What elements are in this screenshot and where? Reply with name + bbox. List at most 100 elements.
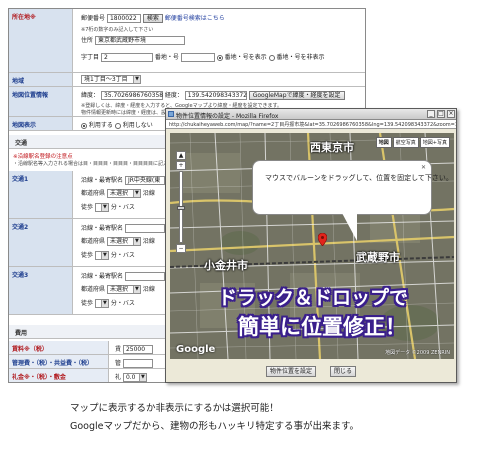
traffic-2-line-input[interactable] — [124, 224, 165, 233]
map-tab-hybrid[interactable]: 地図+写真 — [419, 137, 450, 148]
traffic-2-pref-value: 未選択 — [109, 238, 128, 245]
google-map[interactable]: 地図 航空写真 地図+写真 ▲ + − 西東京市 武蔵野市 小金井市 マウスでバルー… — [170, 133, 454, 359]
close-button[interactable]: 閉じる — [329, 366, 356, 377]
chome-input[interactable]: 2 — [100, 53, 153, 62]
traffic-3-pref-label: 都道府県 — [81, 286, 106, 293]
banchi-hide-radio[interactable] — [268, 54, 275, 61]
balloon-tail — [342, 213, 357, 241]
postal-search-button[interactable]: 検索 — [142, 14, 163, 23]
map-tab-satellite[interactable]: 航空写真 — [392, 137, 419, 148]
key-money-value: 0.0 — [125, 374, 136, 381]
chevron-down-icon: ▼ — [133, 76, 140, 83]
mgmt-input[interactable] — [122, 359, 153, 368]
rent-input[interactable]: 25000 — [122, 345, 153, 354]
banchi-input[interactable] — [180, 53, 215, 62]
traffic-3-walk-select[interactable]: ▼ — [94, 299, 109, 308]
traffic-warning: ※沿線駅名登録の注意点 — [13, 154, 73, 160]
traffic-3-pref-value: 未選択 — [109, 286, 128, 293]
lat-input[interactable]: 35.7026986760358 — [100, 91, 163, 100]
zoom-in-icon[interactable]: + — [176, 161, 186, 170]
chevron-down-icon: ▼ — [138, 374, 146, 381]
traffic-1-label: 交通1 — [9, 171, 73, 218]
zoom-control: ▲ + − — [176, 151, 188, 254]
traffic-1-pref-select[interactable]: 未選択 ▼ — [106, 189, 141, 198]
traffic-1-walk-select[interactable]: ▼ — [94, 203, 109, 212]
rent-label: 賃料※（税） — [9, 341, 109, 354]
mgmt-label: 管理費・（税）・共益費・（税） — [9, 355, 109, 368]
popup-titlebar[interactable]: 物件位置情報の設定 - Mozilla Firefox _ □ × — [166, 109, 456, 120]
map-nouse-radio[interactable] — [114, 122, 121, 129]
traffic-3-label: 交通3 — [9, 267, 73, 314]
rent-prefix: 賃 — [115, 346, 122, 353]
chevron-down-icon: ▼ — [132, 190, 140, 197]
map-popup-window: 物件位置情報の設定 - Mozilla Firefox _ □ × http:/… — [165, 108, 457, 383]
traffic-2-walk-select[interactable]: ▼ — [94, 251, 109, 260]
location-label: 所在地※ — [9, 9, 73, 72]
postal-label: 郵便番号 — [81, 15, 106, 22]
map-label-musashino: 武蔵野市 — [356, 251, 400, 264]
caption-line-2: Googleマップだから、建物の形もハッキリ特定する事が出来ます。 — [70, 421, 360, 432]
map-display-label: 地図表示 — [9, 117, 73, 130]
map-type-tabs: 地図 航空写真 地図+写真 — [375, 137, 450, 148]
key-money-select[interactable]: 0.0 ▼ — [122, 373, 147, 382]
traffic-2-line-label: 沿線・最寄駅名 — [81, 225, 124, 232]
set-location-button[interactable]: 物件位置を設定 — [266, 366, 317, 377]
postal-search-link[interactable]: 郵便番号検索はこちら — [165, 15, 225, 22]
map-copyright: 地図データ ©2009 ZENRIN — [385, 350, 450, 356]
balloon-close-icon[interactable]: ✕ — [421, 164, 426, 171]
chevron-down-icon: ▼ — [100, 204, 108, 211]
traffic-3-min-label: 分・バス — [110, 300, 135, 307]
popup-title: 物件位置情報の設定 - Mozilla Firefox — [176, 113, 279, 120]
zoom-out-icon[interactable]: − — [176, 244, 186, 253]
traffic-2-min-label: 分・バス — [110, 252, 135, 259]
set-latlng-button[interactable]: GoogleMapで緯度・経度を設定 — [248, 91, 345, 100]
traffic-1-line-label: 沿線・最寄駅名 — [81, 177, 124, 184]
traffic-3-line-label: 沿線・最寄駅名 — [81, 273, 124, 280]
traffic-3-line2-label: 沿線 — [142, 286, 155, 293]
map-tab-map[interactable]: 地図 — [375, 137, 392, 148]
area-label: 地域 — [9, 73, 73, 86]
location-row: 所在地※ 郵便番号 1800022 検索 郵便番号検索はこちら ※7桁の数字のみ… — [9, 9, 365, 73]
popup-buttons: 物件位置を設定 閉じる — [166, 366, 456, 377]
traffic-1-pref-label: 都道府県 — [81, 190, 106, 197]
balloon-text: マウスでバルーンをドラッグして、位置を固定して下さい。 — [265, 174, 453, 182]
promo-banner-line-2: 簡単に位置修正！ — [238, 315, 406, 339]
google-logo: Google — [176, 344, 216, 355]
zoom-slider[interactable] — [177, 171, 185, 243]
map-info-balloon[interactable]: マウスでバルーンをドラッグして、位置を固定して下さい。 ✕ — [252, 160, 453, 215]
traffic-3-pref-select[interactable]: 未選択 ▼ — [106, 285, 141, 294]
minimize-button[interactable]: _ — [427, 110, 435, 118]
banchi-show-radio[interactable] — [216, 54, 223, 61]
chevron-down-icon: ▼ — [132, 286, 140, 293]
area-select[interactable]: 境1丁目〜3丁目 ▼ — [81, 75, 141, 84]
close-window-button[interactable]: × — [447, 110, 455, 118]
popup-address-bar[interactable]: http://chukaiheyaweb.com/map/?name=2丁目丹振… — [166, 120, 456, 129]
map-label-nishitokyo: 西東京市 — [310, 141, 354, 154]
address-input[interactable]: 東京都武蔵野市境 — [94, 36, 185, 45]
chevron-down-icon: ▼ — [100, 252, 108, 259]
chevron-down-icon: ▼ — [100, 300, 108, 307]
map-marker-icon[interactable] — [318, 233, 327, 246]
geo-label: 地図位置情報 — [9, 87, 73, 116]
traffic-3-walk-label: 徒歩 — [81, 300, 94, 307]
lat-label: 緯度： — [81, 92, 100, 99]
traffic-2-line2-label: 沿線 — [142, 238, 155, 245]
traffic-2-label: 交通2 — [9, 219, 73, 266]
address-label: 住所 — [81, 37, 94, 44]
traffic-1-pref-value: 未選択 — [109, 190, 128, 197]
traffic-3-line-input[interactable] — [124, 272, 165, 281]
lng-input[interactable]: 139.542098343372 — [184, 91, 247, 100]
maximize-button[interactable]: □ — [437, 110, 445, 118]
mgmt-prefix: 管 — [115, 360, 122, 367]
area-row: 地域 境1丁目〜3丁目 ▼ — [9, 73, 365, 87]
traffic-1-line-input[interactable]: JR中央線(東 — [124, 176, 165, 185]
banchi-show-label: 番地・号を表示 — [224, 54, 267, 61]
map-use-label: 利用する — [88, 122, 113, 129]
postal-input[interactable]: 1800022 — [106, 14, 141, 23]
pan-up-icon[interactable]: ▲ — [176, 151, 186, 160]
map-use-radio[interactable] — [81, 122, 87, 129]
chome-label: 字丁目 — [81, 54, 100, 61]
traffic-2-pref-select[interactable]: 未選択 ▼ — [106, 237, 141, 246]
zoom-slider-knob[interactable] — [177, 206, 185, 210]
caption-line-1: マップに表示するか非表示にするかは選択可能！ — [70, 403, 279, 414]
